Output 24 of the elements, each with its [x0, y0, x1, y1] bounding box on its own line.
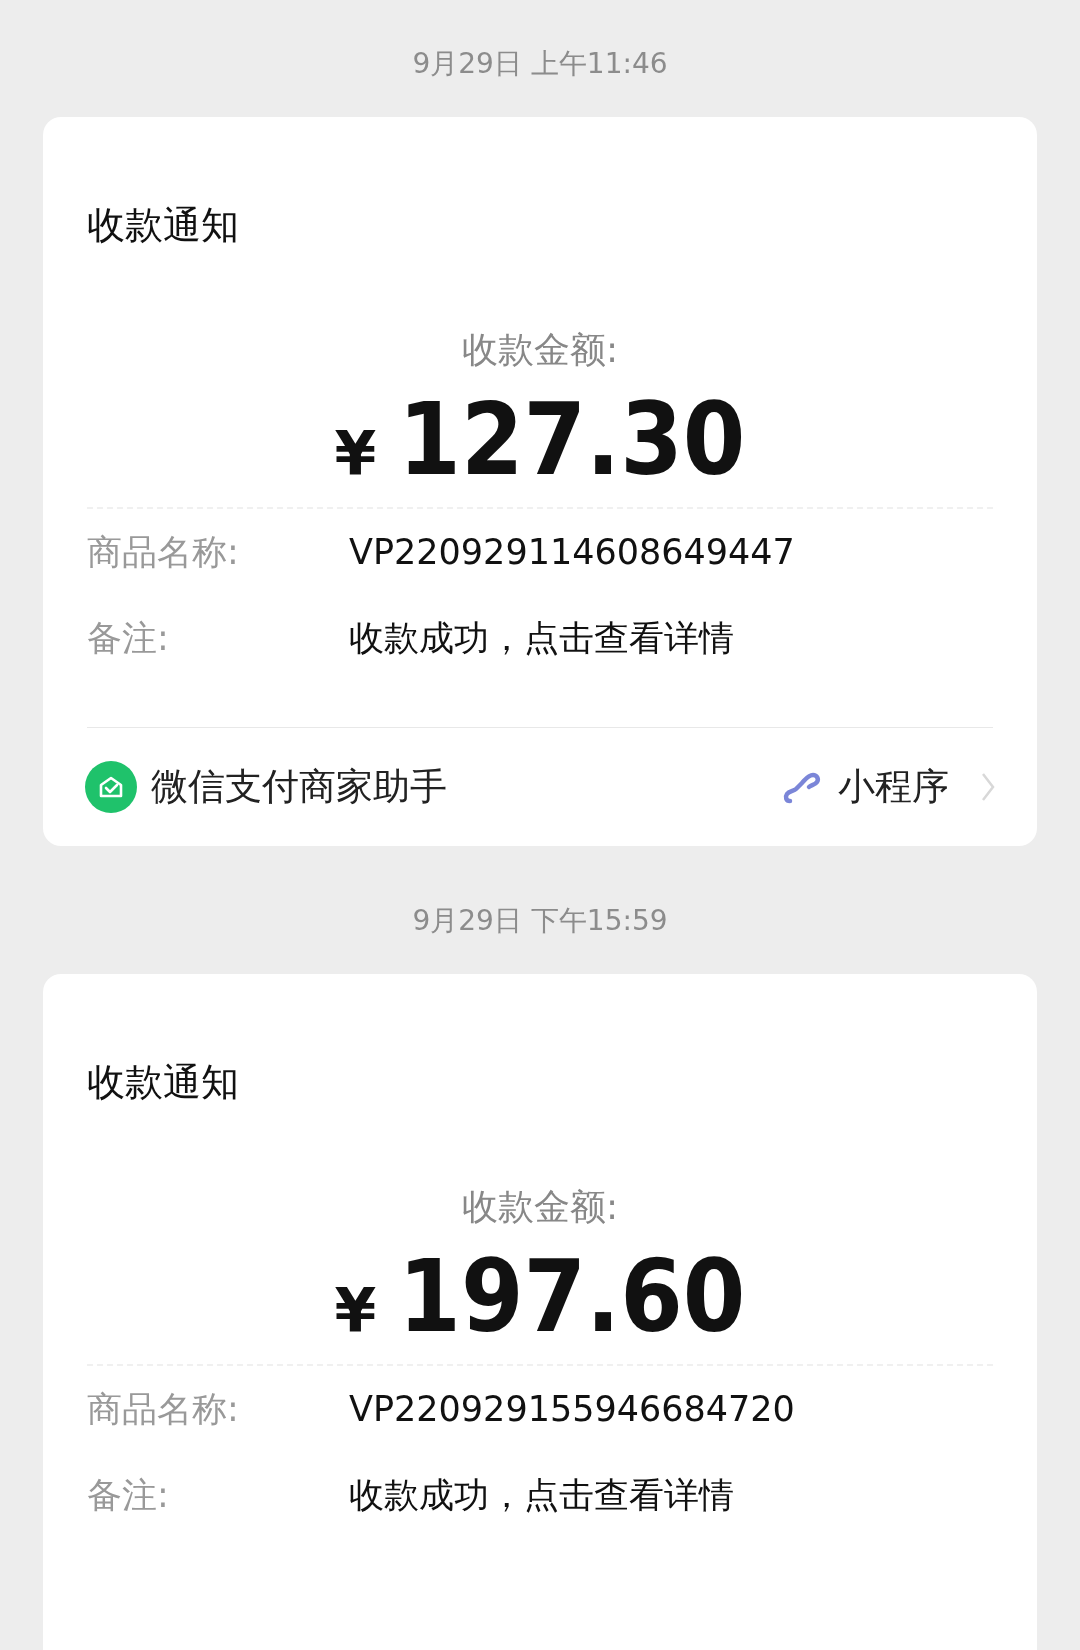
field-value: 收款成功，点击查看详情 [349, 1473, 734, 1517]
timestamp: 9月29日 下午15:59 [411, 903, 669, 939]
card-title: 收款通知 [87, 1059, 240, 1106]
amount-value: 197.60 [398, 1243, 746, 1351]
field-value: VP220929114608649447 [349, 532, 795, 572]
mini-program-label: 小程序 [838, 764, 949, 810]
notification-card[interactable]: 收款通知 收款金额: ¥ 197.60 商品名称: VP220929155946684720 备注: 收款成功，点击查看详情 [43, 974, 1037, 1650]
amount-label: 收款金额: [460, 1185, 620, 1229]
field-label: 商品名称: [87, 1387, 240, 1431]
timestamp: 9月29日 上午11:46 [411, 46, 669, 82]
field-label: 备注: [87, 616, 170, 660]
field-label: 商品名称: [87, 530, 240, 574]
chevron-icon [981, 772, 995, 802]
notification-card[interactable]: 收款通知 收款金额: ¥ 127.30 商品名称: VP220929114608649447 备注: 收款成功，点击查看详情 微信支付商家助手 小程序 [43, 117, 1037, 846]
currency-symbol: ¥ [334, 1274, 377, 1347]
amount-value: 127.30 [398, 386, 746, 494]
app-icon [85, 761, 137, 813]
currency-symbol: ¥ [334, 417, 377, 490]
field-label: 备注: [87, 1473, 170, 1517]
app-name: 微信支付商家助手 [151, 764, 447, 810]
field-value: VP220929155946684720 [349, 1389, 795, 1429]
amount-label: 收款金额: [460, 328, 620, 372]
field-value: 收款成功，点击查看详情 [349, 616, 734, 660]
card-title: 收款通知 [87, 202, 240, 249]
